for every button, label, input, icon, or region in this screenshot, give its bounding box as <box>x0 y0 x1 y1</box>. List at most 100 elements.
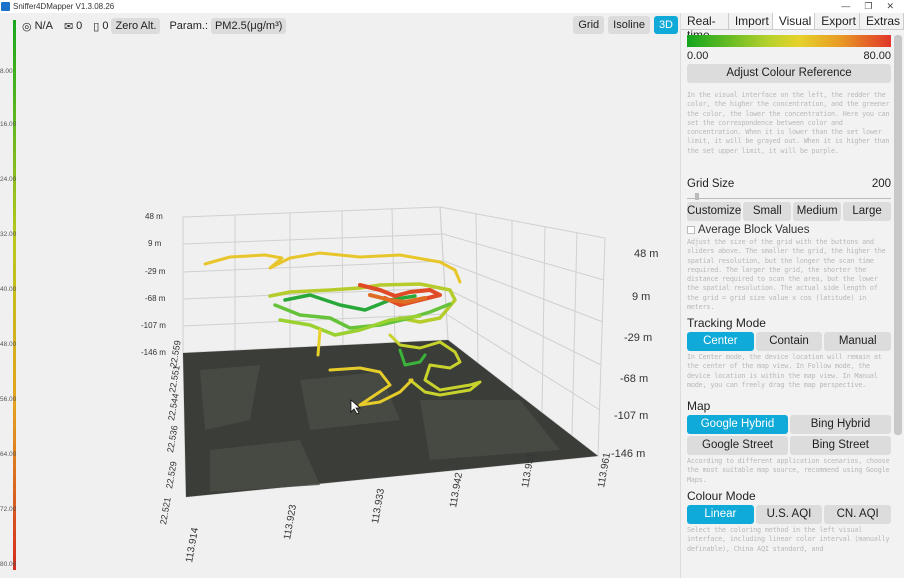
tracking-mode-label: Tracking Mode <box>687 316 766 330</box>
device-count: 0 <box>102 20 109 32</box>
tab-export[interactable]: Export <box>815 13 860 29</box>
map-label: Map <box>687 399 711 413</box>
bing-street-button[interactable]: Bing Street <box>790 436 891 455</box>
cn-aqi-button[interactable]: CN. AQI <box>824 505 892 524</box>
colour-gradient <box>687 35 891 47</box>
checkbox-box[interactable] <box>687 226 695 234</box>
colour-scale-bar <box>13 20 16 570</box>
zero-alt-button[interactable]: Zero Alt. <box>111 18 161 34</box>
colour-max: 80.00 <box>863 50 891 62</box>
colour-scale: 8.00 16.00 24.00 32.00 40.00 48.00 56.00… <box>0 13 24 578</box>
view-mode-buttons: Grid Isoline 3D <box>573 16 678 34</box>
lat-label: 22.544 <box>166 392 181 421</box>
us-aqi-button[interactable]: U.S. AQI <box>755 505 823 524</box>
average-block-checkbox[interactable]: Average Block Values <box>687 224 891 236</box>
scale-tick: 40.00 <box>0 286 17 293</box>
manual-button[interactable]: Manual <box>824 332 892 351</box>
app-icon <box>1 2 10 11</box>
alt-label-right: 48 m <box>634 248 658 260</box>
satellite-count: 0 <box>76 20 83 32</box>
alt-label-right: -107 m <box>614 410 648 422</box>
top-toolbar: ◎ N/A ✉ 0 ▯ 0 Zero Alt. Param.: PM2.5(μg… <box>22 16 287 36</box>
side-panel: Real-time Import Visual Export Extras 0.… <box>680 13 904 578</box>
scale-tick: 80.00 <box>0 561 17 568</box>
location-value: N/A <box>34 20 53 32</box>
alt-label-left: -107 m <box>141 321 166 330</box>
scale-tick: 48.00 <box>0 341 17 348</box>
bing-hybrid-button[interactable]: Bing Hybrid <box>790 415 891 434</box>
minimize-button[interactable]: — <box>841 1 850 12</box>
scale-tick: 64.00 <box>0 451 17 458</box>
colour-min: 0.00 <box>687 50 709 62</box>
lat-label: 22.536 <box>165 424 180 453</box>
tab-bar: Real-time Import Visual Export Extras <box>681 13 904 42</box>
lon-label: 113.914 <box>184 526 201 563</box>
param-label: Param.: <box>169 20 208 32</box>
alt-label-right: -146 m <box>611 448 645 460</box>
alt-label-left: -146 m <box>141 348 166 357</box>
adjust-colour-button[interactable]: Adjust Colour Reference <box>687 64 891 83</box>
small-button[interactable]: Small <box>743 202 792 221</box>
google-street-button[interactable]: Google Street <box>687 436 788 455</box>
grid-button[interactable]: Grid <box>573 16 605 34</box>
customize-button[interactable]: Customize <box>687 202 742 221</box>
isoline-button[interactable]: Isoline <box>608 16 650 34</box>
3d-button[interactable]: 3D <box>653 16 678 34</box>
tracking-description: In Center mode, the device location will… <box>687 353 882 389</box>
alt-label-left: -68 m <box>145 294 166 303</box>
visual-settings: 0.00 80.00 Adjust Colour Reference In th… <box>687 35 892 554</box>
grid-size-slider[interactable] <box>687 191 891 200</box>
title-bar: Sniffer4DMapper V1.3.08.26 — ❐ ✕ <box>0 0 904 13</box>
colour-description: In the visual interface on the left, the… <box>687 91 890 155</box>
scale-tick: 32.00 <box>0 231 17 238</box>
grid-description: Adjust the size of the grid with the but… <box>687 238 886 312</box>
param-select[interactable]: PM2.5(μg/m³) <box>210 18 287 34</box>
lat-label: 22.551 <box>167 364 182 393</box>
window-title: Sniffer4DMapper V1.3.08.26 <box>13 2 115 11</box>
colour-mode-label: Colour Mode <box>687 489 756 503</box>
lat-label: 22.521 <box>158 496 173 525</box>
tab-realtime[interactable]: Real-time <box>681 13 729 42</box>
average-block-label: Average Block Values <box>698 224 810 236</box>
center-button[interactable]: Center <box>687 332 754 351</box>
large-button[interactable]: Large <box>843 202 891 221</box>
grid-size-label: Grid Size <box>687 178 735 190</box>
axis-labels-right: 48 m 9 m -29 m -68 m -107 m -146 m <box>611 248 658 460</box>
alt-label-right: 9 m <box>632 291 650 303</box>
alt-label-left: -29 m <box>145 267 166 276</box>
google-hybrid-button[interactable]: Google Hybrid <box>687 415 788 434</box>
lon-label: 113.961 <box>596 451 613 488</box>
lon-label: 113.942 <box>448 471 465 508</box>
restore-button[interactable]: ❐ <box>864 1 872 12</box>
lat-labels: 22.521 22.529 22.536 22.544 22.551 22.55… <box>158 339 183 525</box>
device-icon: ▯ <box>93 20 100 33</box>
scale-tick: 24.00 <box>0 176 17 183</box>
tab-extras[interactable]: Extras <box>860 13 904 29</box>
lat-label: 22.559 <box>168 339 183 368</box>
scale-tick: 8.00 <box>0 68 13 75</box>
tab-visual[interactable]: Visual <box>772 13 816 29</box>
contain-button[interactable]: Contain <box>755 332 823 351</box>
visual-area: 8.00 16.00 24.00 32.00 40.00 48.00 56.00… <box>0 13 680 578</box>
slider-thumb[interactable] <box>695 193 699 200</box>
medium-button[interactable]: Medium <box>793 202 842 221</box>
map-description: According to different application scena… <box>687 457 890 484</box>
linear-button[interactable]: Linear <box>687 505 754 524</box>
scale-tick: 56.00 <box>0 396 17 403</box>
satellite-icon: ✉ <box>63 20 74 33</box>
alt-label-left: 9 m <box>148 239 162 248</box>
grid-size-value: 200 <box>871 178 891 190</box>
colour-mode-description: Select the coloring method in the left v… <box>687 526 890 553</box>
alt-label-left: 48 m <box>145 212 163 221</box>
lon-label: 113.923 <box>282 503 299 540</box>
close-button[interactable]: ✕ <box>886 1 894 12</box>
axis-labels: 48 m 9 m -29 m -68 m -107 m -146 m <box>141 212 166 357</box>
tab-import[interactable]: Import <box>729 13 773 29</box>
scale-tick: 72.00 <box>0 506 17 513</box>
alt-label-right: -68 m <box>620 373 648 385</box>
location-icon: ◎ <box>22 20 32 33</box>
alt-label-right: -29 m <box>624 332 652 344</box>
3d-plot[interactable]: 48 m 9 m -29 m -68 m -107 m -146 m 48 m … <box>24 13 680 578</box>
lon-label: 113.933 <box>370 487 387 524</box>
side-scrollbar[interactable] <box>894 35 902 435</box>
